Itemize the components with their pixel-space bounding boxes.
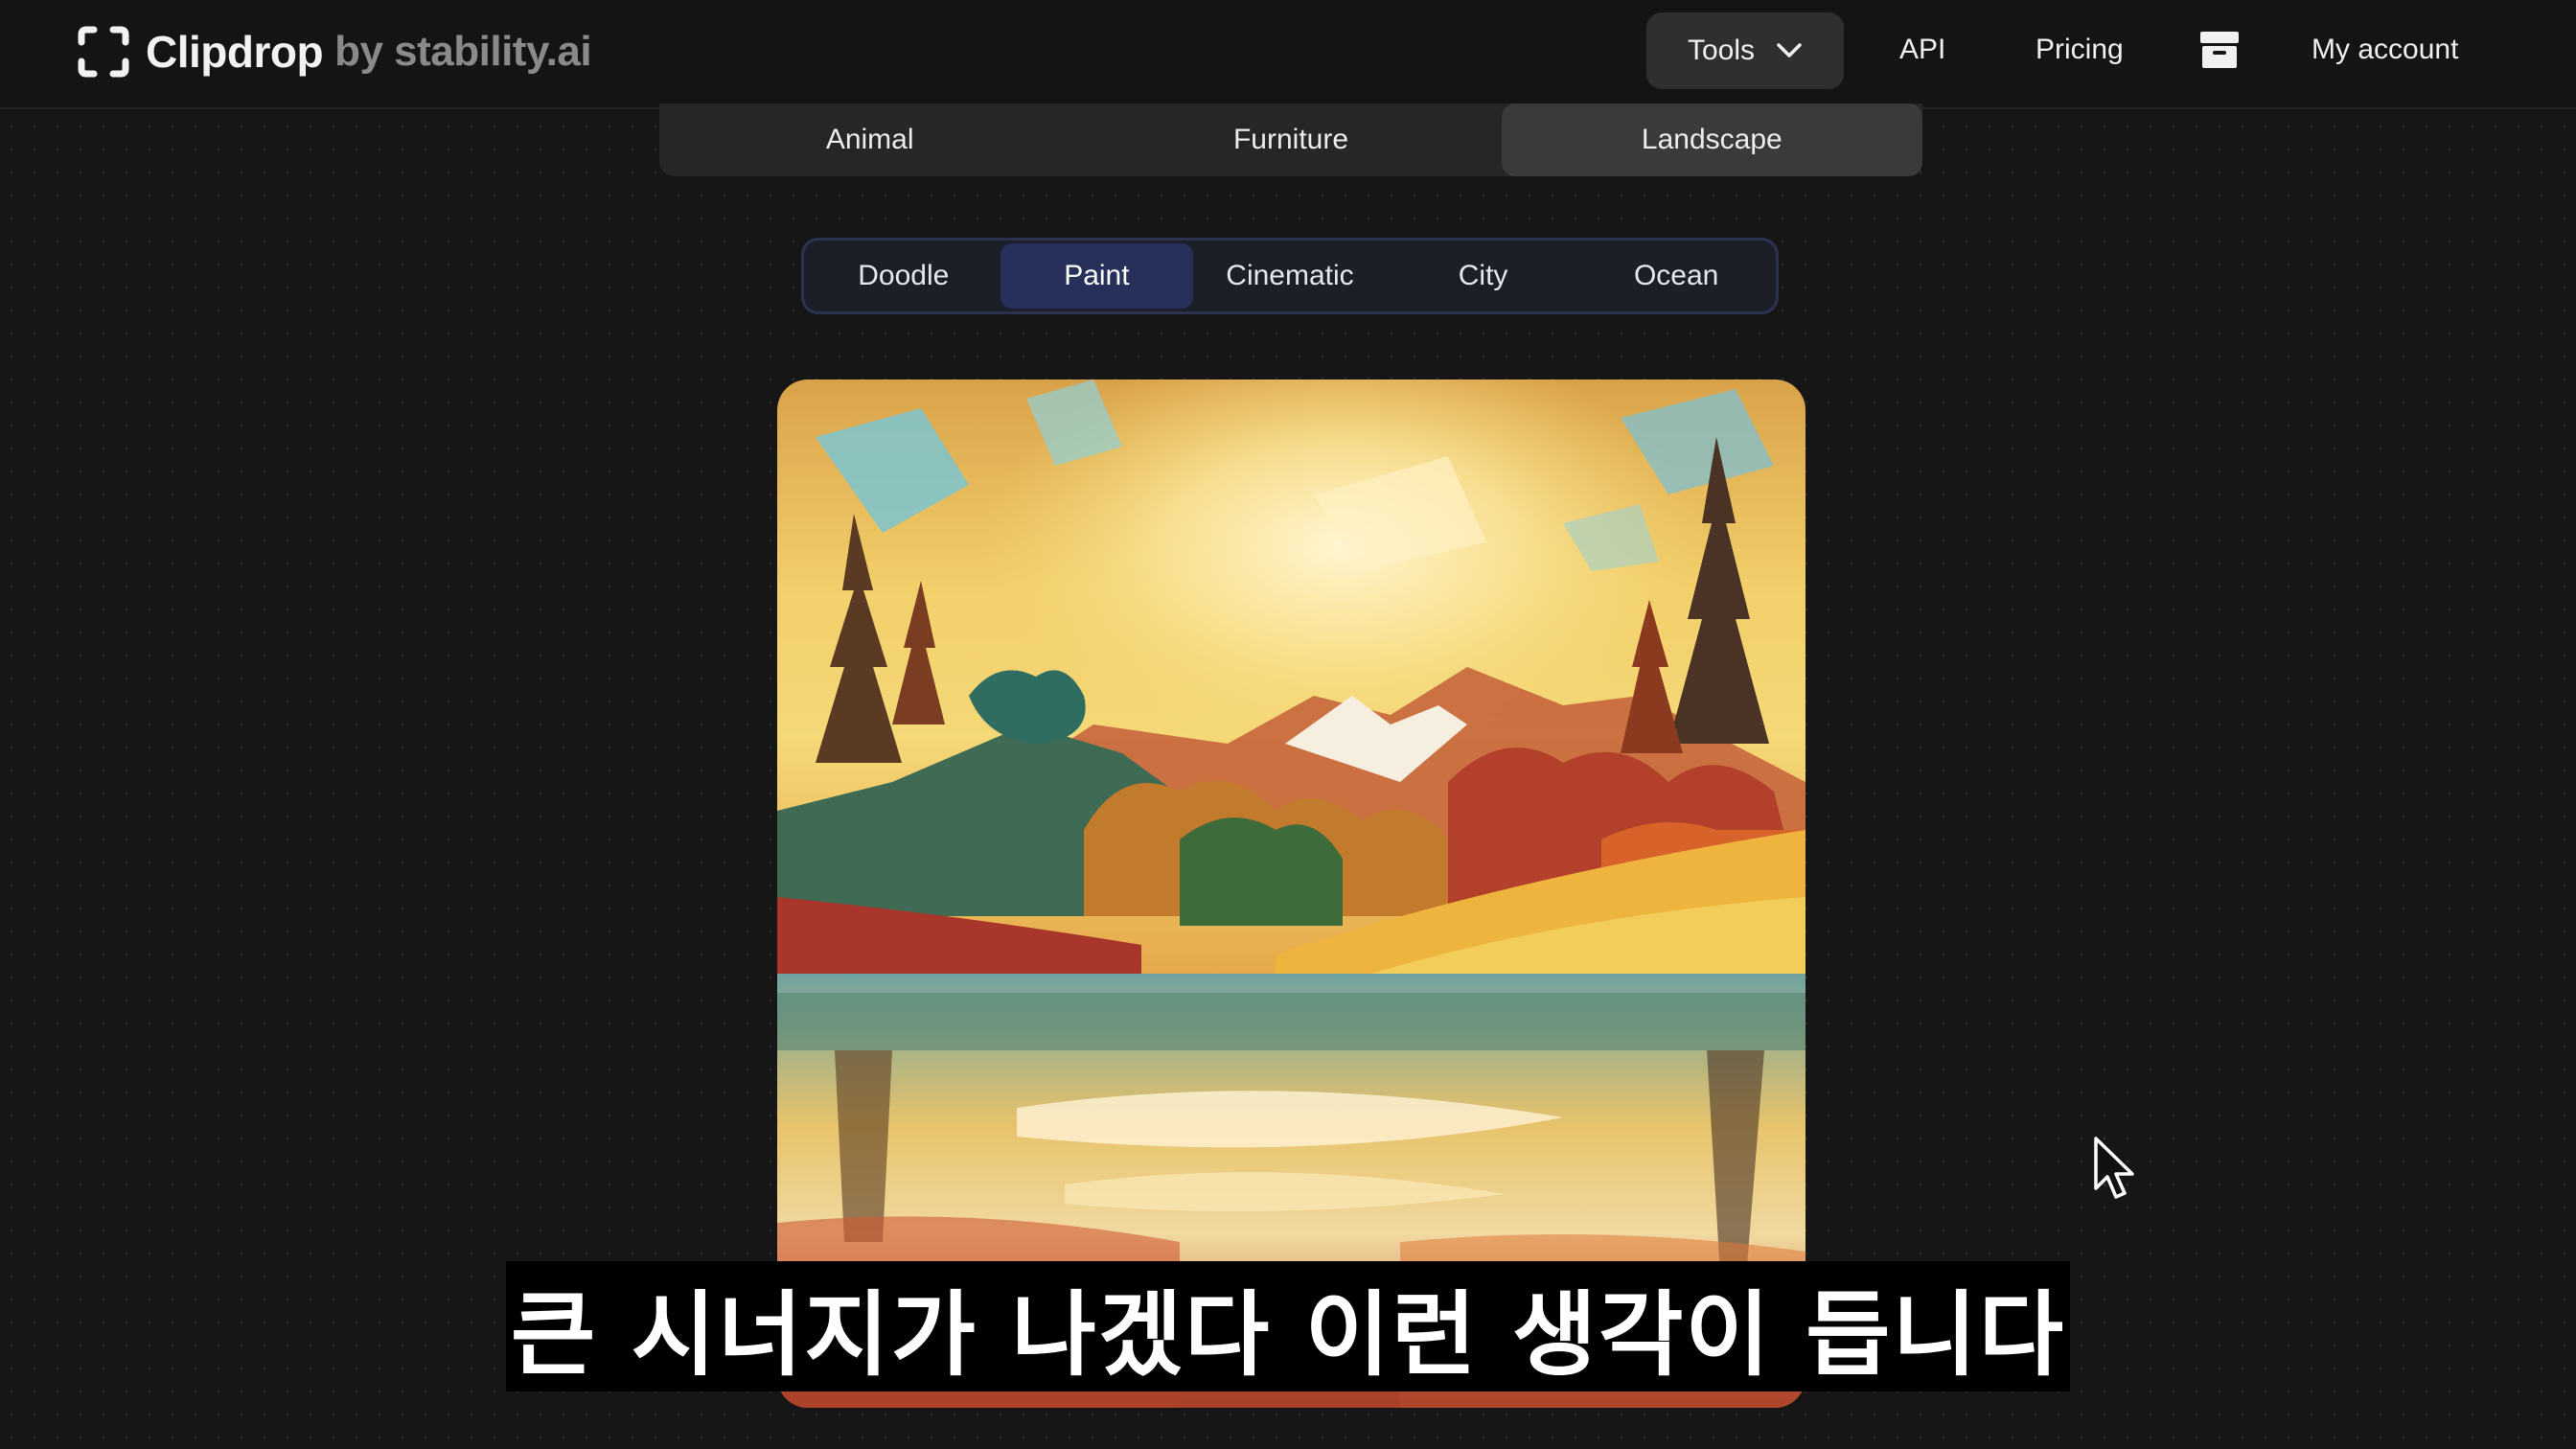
tab-paint[interactable]: Paint	[1000, 243, 1194, 309]
tab-doodle[interactable]: Doodle	[807, 243, 1000, 309]
video-subtitle: 큰 시너지가 나겠다 이런 생각이 듭니다	[506, 1261, 2070, 1392]
clipdrop-logo-icon	[78, 26, 129, 78]
brand[interactable]: Clipdrop by stability.ai	[77, 21, 592, 82]
chevron-down-icon	[1777, 43, 1802, 58]
style-tabs: Doodle Paint Cinematic City Ocean	[801, 238, 1779, 314]
top-navigation-bar: Clipdrop by stability.ai Tools API Prici…	[0, 0, 2576, 109]
tab-cinematic[interactable]: Cinematic	[1193, 243, 1387, 309]
tab-landscape[interactable]: Landscape	[1501, 104, 1922, 176]
tab-animal[interactable]: Animal	[659, 104, 1080, 176]
my-account-link[interactable]: My account	[2312, 29, 2458, 71]
tools-dropdown-button[interactable]: Tools	[1646, 12, 1844, 89]
brand-suffix: by stability.ai	[334, 28, 592, 75]
tab-ocean[interactable]: Ocean	[1579, 243, 1773, 309]
tools-label: Tools	[1687, 34, 1756, 66]
pricing-link[interactable]: Pricing	[2036, 29, 2124, 71]
api-link[interactable]: API	[1899, 29, 1945, 71]
mouse-cursor-icon	[2094, 1137, 2134, 1199]
archive-icon[interactable]	[2199, 31, 2240, 69]
category-tabs: Animal Furniture Landscape	[659, 104, 1922, 176]
generated-landscape-painting	[777, 380, 1806, 1408]
brand-name: Clipdrop	[146, 27, 324, 77]
painting-image	[777, 380, 1806, 1408]
tab-city[interactable]: City	[1387, 243, 1580, 309]
subtitle-text: 큰 시너지가 나겠다 이런 생각이 듭니다	[510, 1280, 2066, 1389]
tab-furniture[interactable]: Furniture	[1080, 104, 1501, 176]
